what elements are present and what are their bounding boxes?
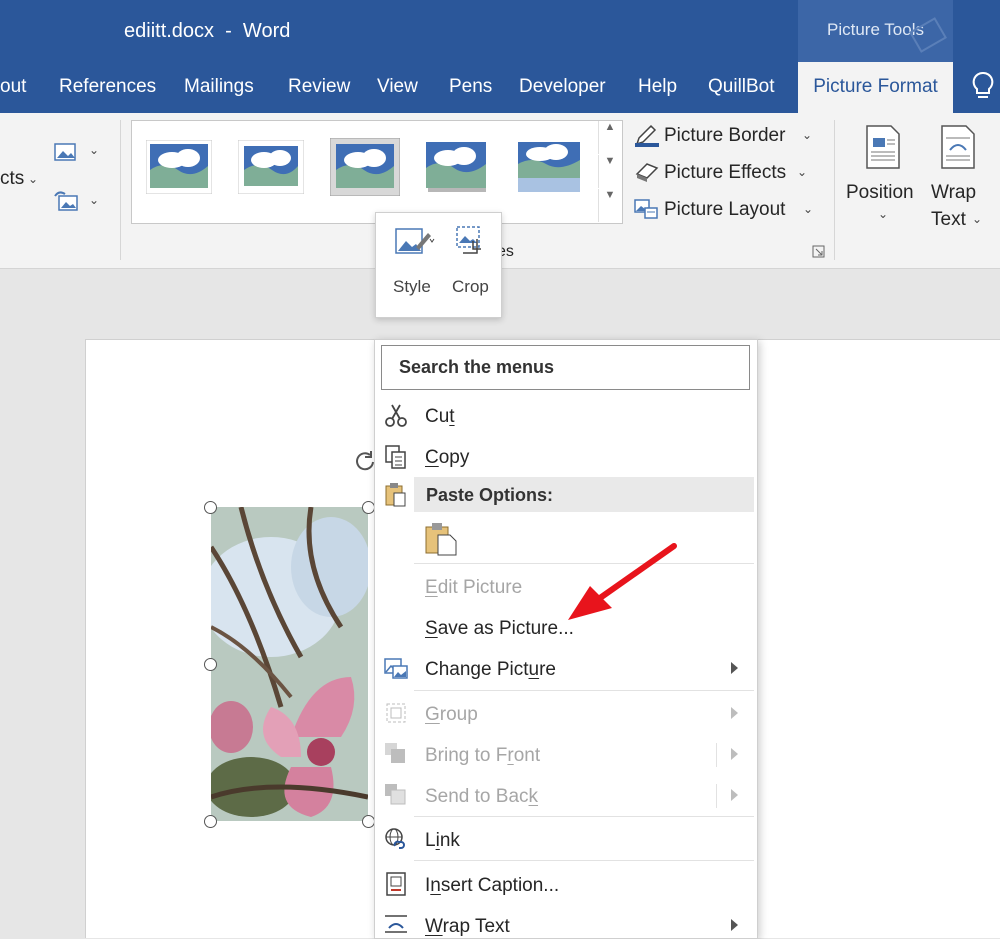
red-arrow-annotation-icon — [568, 543, 677, 620]
picture-style-icon[interactable] — [394, 225, 436, 259]
wrap-text-icon — [385, 915, 407, 933]
chevron-down-icon: ⌄ — [803, 202, 814, 216]
paste-options-header: Paste Options: — [426, 485, 554, 505]
selected-picture[interactable] — [211, 507, 368, 821]
bring-to-front-icon — [385, 743, 405, 763]
paste-keep-source-icon[interactable] — [424, 521, 460, 557]
tab-layout[interactable]: out — [0, 76, 26, 98]
submenu-arrow-icon — [731, 662, 738, 674]
gallery-more-button[interactable]: ▼ — [598, 189, 621, 222]
menu-item-copy[interactable]: Copy — [425, 447, 469, 469]
resize-handle[interactable] — [204, 815, 217, 828]
tab-developer[interactable]: Developer — [519, 76, 606, 98]
picture-style-thumbnail-selected[interactable] — [330, 138, 400, 196]
menu-separator — [414, 690, 754, 691]
picture-border-button[interactable]: Picture Border — [664, 125, 785, 147]
tab-references[interactable]: References — [59, 76, 156, 98]
menu-item-change-picture[interactable]: Change Picture — [425, 659, 556, 681]
reset-picture-icon[interactable] — [53, 190, 81, 214]
menu-item-bring-to-front: Bring to Front — [425, 745, 541, 766]
picture-border-icon[interactable] — [633, 122, 661, 148]
tab-view[interactable]: View — [377, 76, 418, 98]
resize-handle[interactable] — [204, 658, 217, 671]
tab-quillbot[interactable]: QuillBot — [708, 76, 775, 98]
submenu-arrow-icon — [731, 748, 738, 760]
chevron-down-icon: ⌄ — [802, 128, 813, 142]
chevron-down-icon: ⌄ — [972, 212, 983, 226]
search-menus-placeholder: Search the menus — [399, 357, 555, 377]
menu-item-cut[interactable]: Cut — [425, 406, 455, 428]
position-icon[interactable] — [863, 124, 903, 170]
tab-help[interactable]: Help — [638, 76, 677, 98]
tab-picture-format-label: Picture Format — [813, 76, 938, 97]
submenu-arrow-icon — [731, 919, 738, 931]
picture-style-thumbnail[interactable] — [516, 140, 582, 196]
lightbulb-icon[interactable] — [970, 70, 996, 104]
style-button-label[interactable]: Style — [393, 277, 431, 297]
menu-item-send-to-back: Send to Back — [425, 786, 539, 807]
compress-pictures-icon[interactable] — [53, 140, 81, 164]
document-title: ediitt.docx - Word — [124, 20, 291, 42]
picture-effects-button[interactable]: Picture Effects — [664, 162, 786, 184]
chevron-down-icon: ⌄ — [89, 143, 100, 157]
chevron-down-icon: ⌄ — [89, 193, 100, 207]
submenu-arrow-icon — [731, 707, 738, 719]
menu-item-wrap-text[interactable]: Wrap Text — [425, 916, 510, 938]
menu-item-group: Group — [425, 704, 478, 725]
artistic-effects-partial-label[interactable]: cts — [0, 168, 24, 190]
group-icon — [386, 703, 406, 723]
search-menus-input[interactable]: Search the menus — [381, 345, 750, 390]
resize-handle[interactable] — [204, 501, 217, 514]
wrap-text-button-line1[interactable]: Wrap — [931, 182, 976, 204]
chevron-down-icon: ⌄ — [28, 172, 39, 186]
split-button-divider — [716, 743, 717, 767]
chevron-down-icon: ⌄ — [878, 207, 889, 221]
menu-separator — [414, 860, 754, 861]
tab-review[interactable]: Review — [288, 76, 350, 98]
paste-icon — [385, 483, 406, 507]
picture-style-thumbnail[interactable] — [238, 140, 304, 194]
tab-picture-format[interactable]: Picture Format — [798, 62, 953, 113]
dialog-launcher-icon[interactable] — [812, 245, 826, 259]
picture-effects-icon[interactable] — [633, 160, 661, 186]
gallery-scroll-up[interactable]: ▲ — [598, 121, 621, 154]
tab-pens[interactable]: Pens — [449, 76, 492, 98]
picture-layout-button[interactable]: Picture Layout — [664, 199, 785, 221]
group-divider — [834, 120, 835, 260]
picture-layout-icon[interactable] — [633, 196, 661, 222]
wrap-text-button-line2[interactable]: Text — [931, 209, 966, 231]
menu-item-save-as-picture[interactable]: Save as Picture... — [425, 618, 574, 640]
split-button-divider — [716, 784, 717, 808]
change-picture-icon — [384, 658, 408, 679]
picture-style-thumbnail[interactable] — [146, 140, 212, 194]
scissors-icon — [385, 404, 407, 427]
pictures-watermark-icon — [909, 17, 947, 53]
position-button[interactable]: Position — [846, 182, 914, 204]
crop-button-label[interactable]: Crop — [452, 277, 489, 297]
group-divider — [120, 120, 121, 260]
send-to-back-icon — [385, 784, 406, 805]
wrap-text-icon[interactable] — [938, 124, 978, 170]
tab-mailings[interactable]: Mailings — [184, 76, 254, 98]
crop-icon[interactable] — [453, 225, 489, 259]
copy-icon — [385, 445, 406, 469]
picture-tools-context-header: Picture Tools — [798, 0, 953, 62]
picture-style-thumbnail[interactable] — [424, 140, 490, 194]
mini-toolbar: Style Crop — [375, 212, 502, 318]
gallery-scroll-down[interactable]: ▼ — [598, 155, 621, 188]
menu-separator — [414, 816, 754, 817]
menu-item-insert-caption[interactable]: Insert Caption... — [425, 875, 559, 897]
menu-item-link[interactable]: Link — [425, 830, 460, 852]
menu-item-edit-picture: Edit Picture — [425, 577, 523, 598]
insert-caption-icon — [386, 872, 406, 896]
link-icon — [385, 828, 405, 849]
submenu-arrow-icon — [731, 789, 738, 801]
chevron-down-icon: ⌄ — [797, 165, 808, 179]
